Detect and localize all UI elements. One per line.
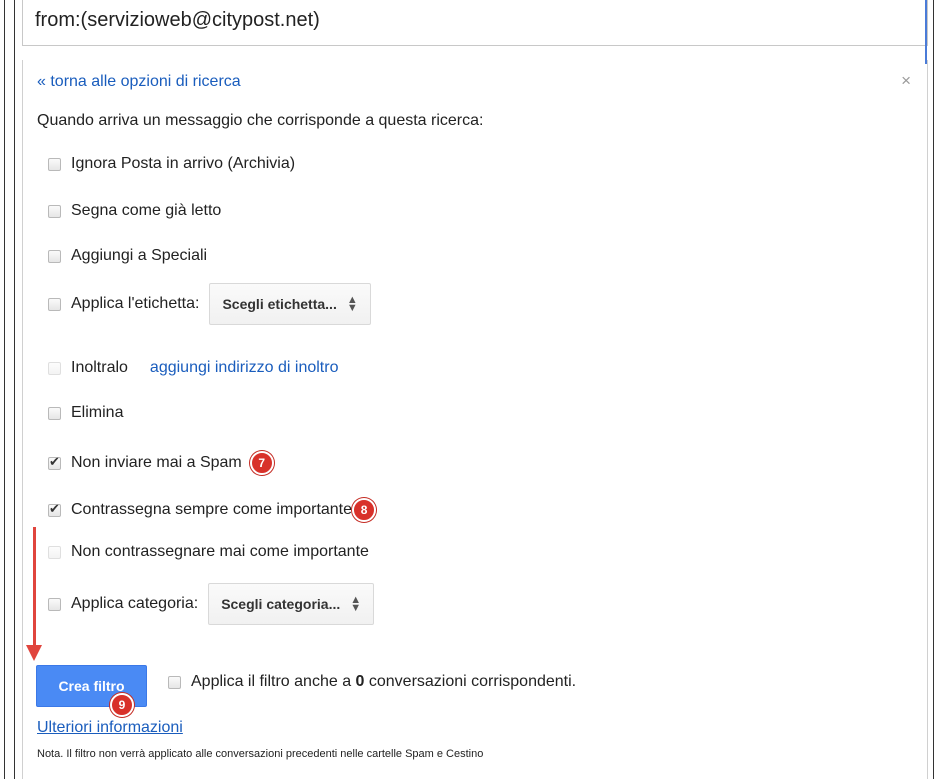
- never-important-label: Non contrassegnare mai come importante: [71, 543, 369, 560]
- more-info-link[interactable]: Ulteriori informazioni: [37, 719, 183, 737]
- select-arrows-icon: ▲ ▼: [350, 594, 362, 614]
- star-label: Aggiungi a Speciali: [71, 247, 208, 264]
- never-important-checkbox[interactable]: [48, 545, 61, 559]
- search-scroll-edge: [925, 0, 927, 64]
- filter-options-panel: « torna alle opzioni di ricerca × Quando…: [22, 60, 928, 779]
- left-border-line: [4, 0, 5, 779]
- option-skip-inbox: Ignora Posta in arrivo (Archivia): [48, 155, 295, 173]
- option-never-important: Non contrassegnare mai come importante: [48, 543, 369, 561]
- option-always-important: Contrassegna sempre come importante 8: [48, 498, 377, 522]
- star-checkbox[interactable]: [48, 249, 61, 263]
- create-filter-label: Crea filtro: [58, 678, 125, 694]
- step-8-badge: 8: [352, 498, 377, 522]
- apply-label-label: Applica l'etichetta:: [71, 295, 200, 312]
- forward-checkbox[interactable]: [48, 361, 61, 375]
- apply-category-label: Applica categoria:: [71, 595, 199, 612]
- mark-read-label: Segna come già letto: [71, 202, 222, 219]
- delete-label: Elimina: [71, 404, 124, 421]
- apply-to-existing-label: Applica il filtro anche a 0 conversazion…: [191, 673, 577, 690]
- never-spam-checkbox[interactable]: [48, 454, 61, 470]
- search-query-text: from:(servizioweb@citypost.net): [35, 9, 320, 31]
- apply-to-existing-checkbox[interactable]: [168, 675, 181, 689]
- option-delete: Elimina: [48, 404, 123, 422]
- apply-to-existing-row: Applica il filtro anche a 0 conversazion…: [168, 673, 576, 691]
- option-mark-read: Segna come già letto: [48, 202, 221, 220]
- option-never-spam: Non inviare mai a Spam 7: [48, 451, 274, 475]
- add-forwarding-address-link[interactable]: aggiungi indirizzo di inoltro: [150, 359, 339, 377]
- apply-category-checkbox[interactable]: [48, 597, 61, 611]
- red-arrow-shaft: [33, 527, 36, 647]
- filter-intro-text: Quando arriva un messaggio che corrispon…: [37, 112, 484, 129]
- option-star: Aggiungi a Speciali: [48, 247, 207, 265]
- option-apply-label: Applica l'etichetta: Scegli etichetta...…: [48, 283, 371, 325]
- choose-category-value: Scegli categoria...: [221, 596, 341, 612]
- skip-inbox-label: Ignora Posta in arrivo (Archivia): [71, 155, 296, 172]
- choose-label-value: Scegli etichetta...: [222, 296, 337, 312]
- step-9-badge: 9: [110, 693, 134, 717]
- option-forward: Inoltralo aggiungi indirizzo di inoltro: [48, 359, 338, 377]
- option-apply-category: Applica categoria: Scegli categoria... ▲…: [48, 583, 375, 625]
- back-to-search-options-link[interactable]: « torna alle opzioni di ricerca: [37, 73, 241, 91]
- forward-label: Inoltralo: [71, 359, 128, 376]
- step-7-badge: 7: [249, 451, 274, 475]
- always-important-label: Contrassegna sempre come importante: [71, 501, 353, 518]
- choose-label-select[interactable]: Scegli etichetta... ▲ ▼: [209, 283, 371, 325]
- close-icon[interactable]: ×: [901, 71, 911, 91]
- select-arrows-icon: ▲ ▼: [346, 294, 358, 314]
- never-spam-label: Non inviare mai a Spam: [71, 454, 242, 471]
- search-input[interactable]: from:(servizioweb@citypost.net): [22, 0, 928, 64]
- delete-checkbox[interactable]: [48, 406, 61, 420]
- skip-inbox-checkbox[interactable]: [48, 157, 61, 171]
- mark-read-checkbox[interactable]: [48, 204, 61, 218]
- apply-label-checkbox[interactable]: [48, 297, 61, 311]
- always-important-checkbox[interactable]: [48, 501, 61, 517]
- red-arrow-down-icon: [26, 645, 42, 661]
- filter-note: Nota. Il filtro non verrà applicato alle…: [37, 748, 484, 760]
- choose-category-select[interactable]: Scegli categoria... ▲ ▼: [208, 583, 375, 625]
